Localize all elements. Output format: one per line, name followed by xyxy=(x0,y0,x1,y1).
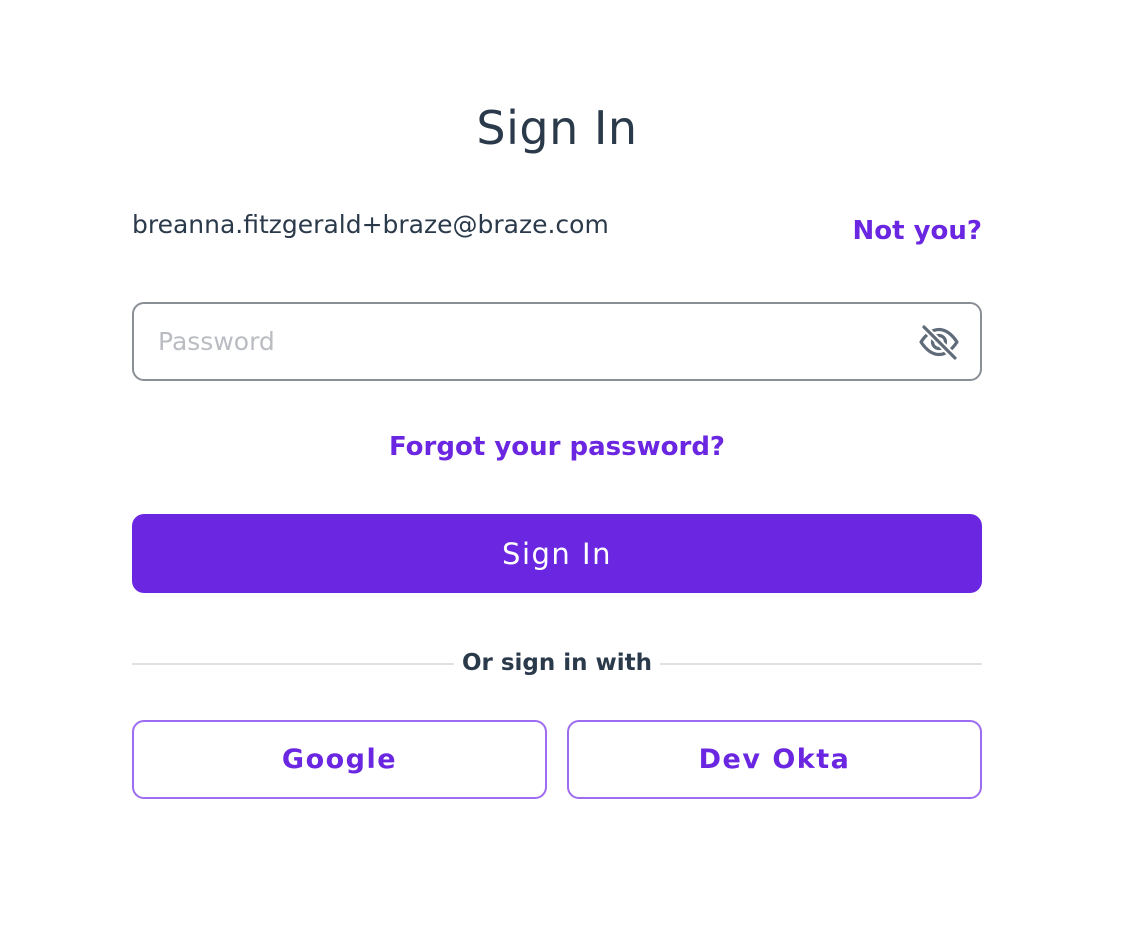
divider-line-right xyxy=(660,663,982,665)
forgot-password-link[interactable]: Forgot your password? xyxy=(132,428,982,466)
password-field[interactable] xyxy=(132,302,982,381)
account-row: breanna.fitzgerald+braze@braze.com Not y… xyxy=(132,206,982,246)
page-title: Sign In xyxy=(476,101,638,155)
sign-in-form: Sign In breanna.fitzgerald+braze@braze.c… xyxy=(132,0,982,928)
google-sign-in-button[interactable]: Google xyxy=(132,720,547,799)
password-input[interactable] xyxy=(158,304,898,379)
account-email: breanna.fitzgerald+braze@braze.com xyxy=(132,210,609,239)
sign-in-button[interactable]: Sign In xyxy=(132,514,982,593)
sso-divider: Or sign in with xyxy=(132,644,982,682)
not-you-link[interactable]: Not you? xyxy=(852,212,982,250)
eye-slash-icon[interactable] xyxy=(918,322,960,362)
dev-okta-sign-in-button[interactable]: Dev Okta xyxy=(567,720,982,799)
